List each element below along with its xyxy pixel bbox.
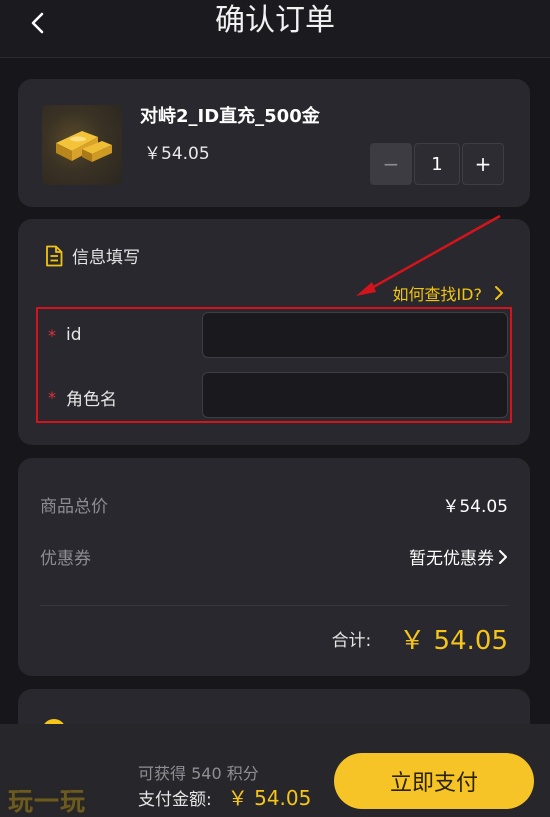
pay-amount-label: 支付金额: [138, 790, 212, 810]
coupon-row[interactable]: 优惠券 暂无优惠券 [40, 544, 508, 569]
coupon-value: 暂无优惠券 [409, 549, 494, 569]
site-logo: 玩一玩 [8, 787, 87, 816]
decrease-quantity-button[interactable]: − [370, 143, 412, 185]
pay-amount-value: ￥ 54.05 [227, 786, 312, 810]
info-section-header: 信息填写 [44, 243, 140, 268]
chevron-right-icon [495, 286, 503, 300]
role-name-label-text: 角色名 [66, 390, 117, 410]
id-label-text: id [66, 325, 82, 345]
summary-divider [40, 605, 508, 606]
product-card: 对峙2_ID直充_500金 ￥54.05 − 1 + [18, 79, 530, 207]
quantity-stepper: − 1 + [370, 143, 504, 185]
required-marker: * [48, 325, 56, 345]
document-icon [46, 245, 63, 266]
chevron-right-icon [499, 549, 507, 564]
id-field-row: * id [18, 312, 530, 360]
subtotal-row: 合计: ￥ 54.05 [40, 620, 508, 657]
price-summary-card: 商品总价 ￥54.05 优惠券 暂无优惠券 合计: ￥ 54.05 [18, 458, 530, 676]
info-form-card: 信息填写 如何查找ID? * id * 角色名 [18, 219, 530, 445]
role-name-field-label: * 角色名 [48, 385, 117, 410]
required-marker: * [48, 388, 56, 407]
page-title: 确认订单 [215, 3, 335, 38]
role-name-field-row: * 角色名 [18, 372, 530, 420]
id-field-label: * id [48, 325, 82, 345]
subtotal-value: ￥ 54.05 [399, 626, 508, 656]
quantity-value[interactable]: 1 [414, 143, 460, 185]
page-header: 确认订单 [0, 0, 550, 58]
increase-quantity-button[interactable]: + [462, 143, 504, 185]
find-id-label: 如何查找ID? [392, 285, 482, 304]
total-price-label: 商品总价 [40, 497, 108, 517]
product-name: 对峙2_ID直充_500金 [140, 106, 320, 127]
pay-amount-line: 支付金额: ￥ 54.05 [138, 782, 311, 811]
product-image [42, 105, 122, 185]
pay-now-button[interactable]: 立即支付 [334, 753, 534, 809]
coupon-value-wrap: 暂无优惠券 [409, 544, 508, 569]
id-input[interactable] [202, 312, 508, 358]
total-price-value: ￥54.05 [442, 497, 508, 517]
role-name-input[interactable] [202, 372, 508, 418]
find-id-link[interactable]: 如何查找ID? [392, 281, 504, 305]
gold-bars-icon [56, 131, 112, 162]
total-price-row: 商品总价 ￥54.05 [40, 492, 508, 517]
checkout-bar: 玩一玩 可获得 540 积分 支付金额: ￥ 54.05 立即支付 [0, 724, 550, 817]
points-info: 可获得 540 积分 [138, 764, 259, 783]
coupon-label: 优惠券 [40, 549, 91, 569]
product-price: ￥54.05 [144, 144, 210, 164]
info-section-title: 信息填写 [72, 248, 140, 268]
subtotal-label: 合计: [331, 631, 372, 651]
